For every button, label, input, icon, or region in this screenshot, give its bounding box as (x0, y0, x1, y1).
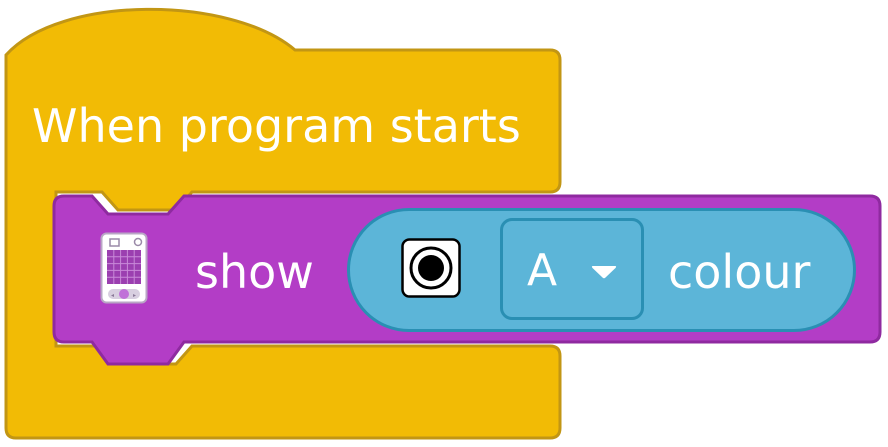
svg-text:▸: ▸ (133, 292, 136, 299)
hub-light-matrix-icon: ◂ ▸ (100, 232, 148, 304)
hat-block-label: When program starts (32, 99, 521, 153)
svg-text:◂: ◂ (111, 292, 114, 299)
color-sensor-icon (401, 238, 461, 298)
port-dropdown[interactable]: A (500, 218, 644, 320)
caret-down-icon (591, 266, 617, 279)
colour-label: colour (668, 245, 811, 299)
show-label: show (195, 245, 314, 299)
port-value: A (527, 245, 558, 296)
